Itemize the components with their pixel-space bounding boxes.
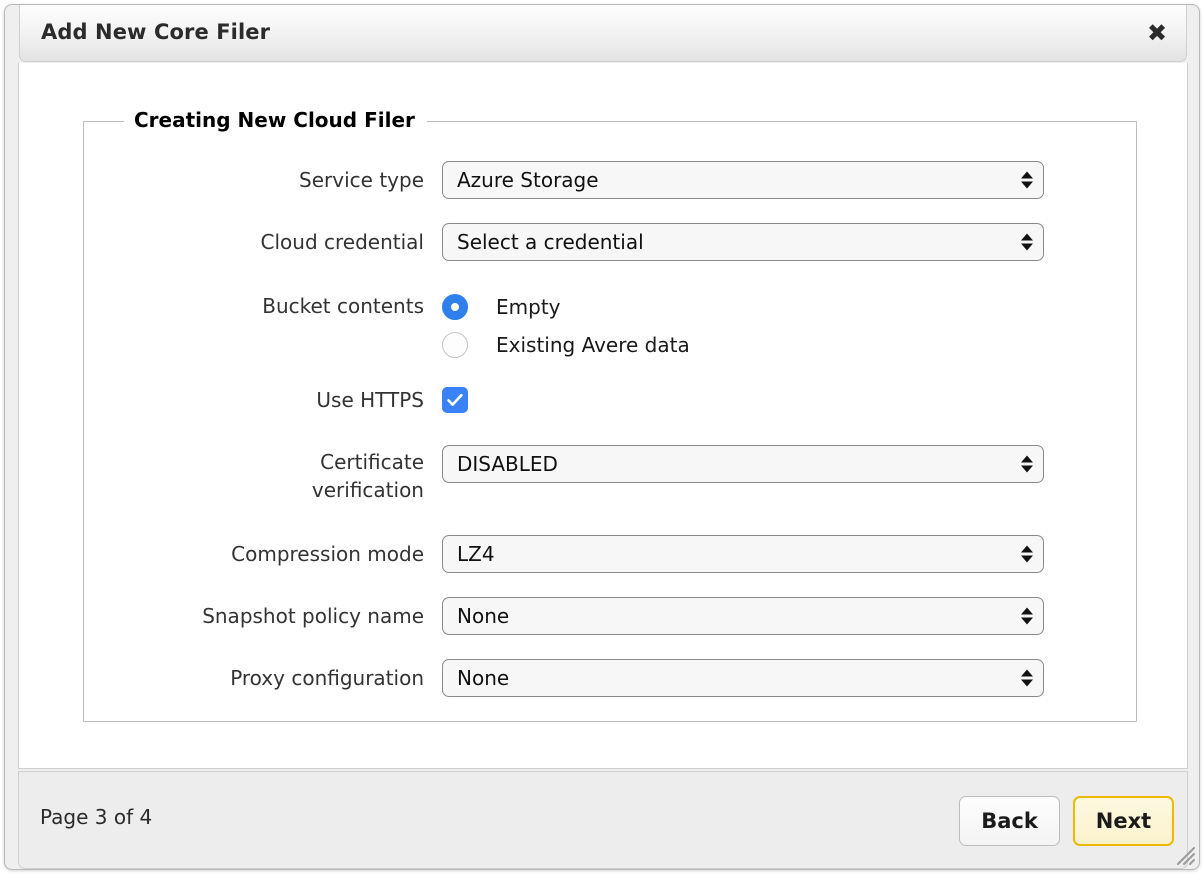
label-compression-mode: Compression mode — [231, 540, 424, 568]
radio-bucket-empty[interactable] — [442, 294, 468, 320]
label-proxy-configuration: Proxy configuration — [230, 664, 424, 692]
check-icon — [442, 387, 468, 413]
cloud-credential-select[interactable]: Select a credential — [442, 223, 1044, 261]
dialog-title: Add New Core Filer — [41, 20, 270, 44]
certificate-verification-value: DISABLED — [443, 452, 558, 476]
label-certificate-verification: Certificate verification — [312, 448, 424, 504]
dialog-window: Add New Core Filer ✖ Creating New Cloud … — [4, 4, 1200, 870]
creating-new-cloud-filer-fieldset: Creating New Cloud Filer Service type Az… — [83, 121, 1137, 722]
service-type-select[interactable]: Azure Storage — [442, 161, 1044, 199]
label-service-type: Service type — [299, 166, 424, 194]
proxy-configuration-value: None — [443, 666, 509, 690]
service-type-value: Azure Storage — [443, 168, 599, 192]
select-spinner-icon — [1021, 608, 1033, 625]
proxy-configuration-select[interactable]: None — [442, 659, 1044, 697]
select-spinner-icon — [1021, 172, 1033, 189]
select-spinner-icon — [1021, 456, 1033, 473]
certificate-verification-select[interactable]: DISABLED — [442, 445, 1044, 483]
select-spinner-icon — [1021, 546, 1033, 563]
radio-bucket-existing-avere-data[interactable] — [442, 332, 468, 358]
radio-bucket-empty-label: Empty — [496, 294, 561, 320]
label-bucket-contents: Bucket contents — [262, 292, 424, 320]
radio-bucket-existing-avere-data-label: Existing Avere data — [496, 332, 690, 358]
label-use-https: Use HTTPS — [316, 386, 424, 414]
compression-mode-value: LZ4 — [443, 542, 495, 566]
select-spinner-icon — [1021, 234, 1033, 251]
resize-grip-icon[interactable] — [1174, 844, 1196, 866]
select-spinner-icon — [1021, 670, 1033, 687]
fieldset-legend: Creating New Cloud Filer — [124, 108, 427, 132]
close-icon[interactable]: ✖ — [1142, 18, 1172, 48]
next-button[interactable]: Next — [1073, 796, 1174, 846]
label-cloud-credential: Cloud credential — [261, 228, 424, 256]
dialog-body: Creating New Cloud Filer Service type Az… — [18, 63, 1188, 769]
label-snapshot-policy-name: Snapshot policy name — [202, 602, 424, 630]
cloud-credential-value: Select a credential — [443, 230, 644, 254]
back-button[interactable]: Back — [959, 796, 1060, 846]
compression-mode-select[interactable]: LZ4 — [442, 535, 1044, 573]
snapshot-policy-name-value: None — [443, 604, 509, 628]
page-indicator: Page 3 of 4 — [40, 805, 152, 829]
use-https-checkbox[interactable] — [442, 387, 468, 413]
snapshot-policy-name-select[interactable]: None — [442, 597, 1044, 635]
dialog-titlebar: Add New Core Filer ✖ — [19, 5, 1187, 62]
dialog-footer: Page 3 of 4 Back Next — [18, 771, 1188, 869]
